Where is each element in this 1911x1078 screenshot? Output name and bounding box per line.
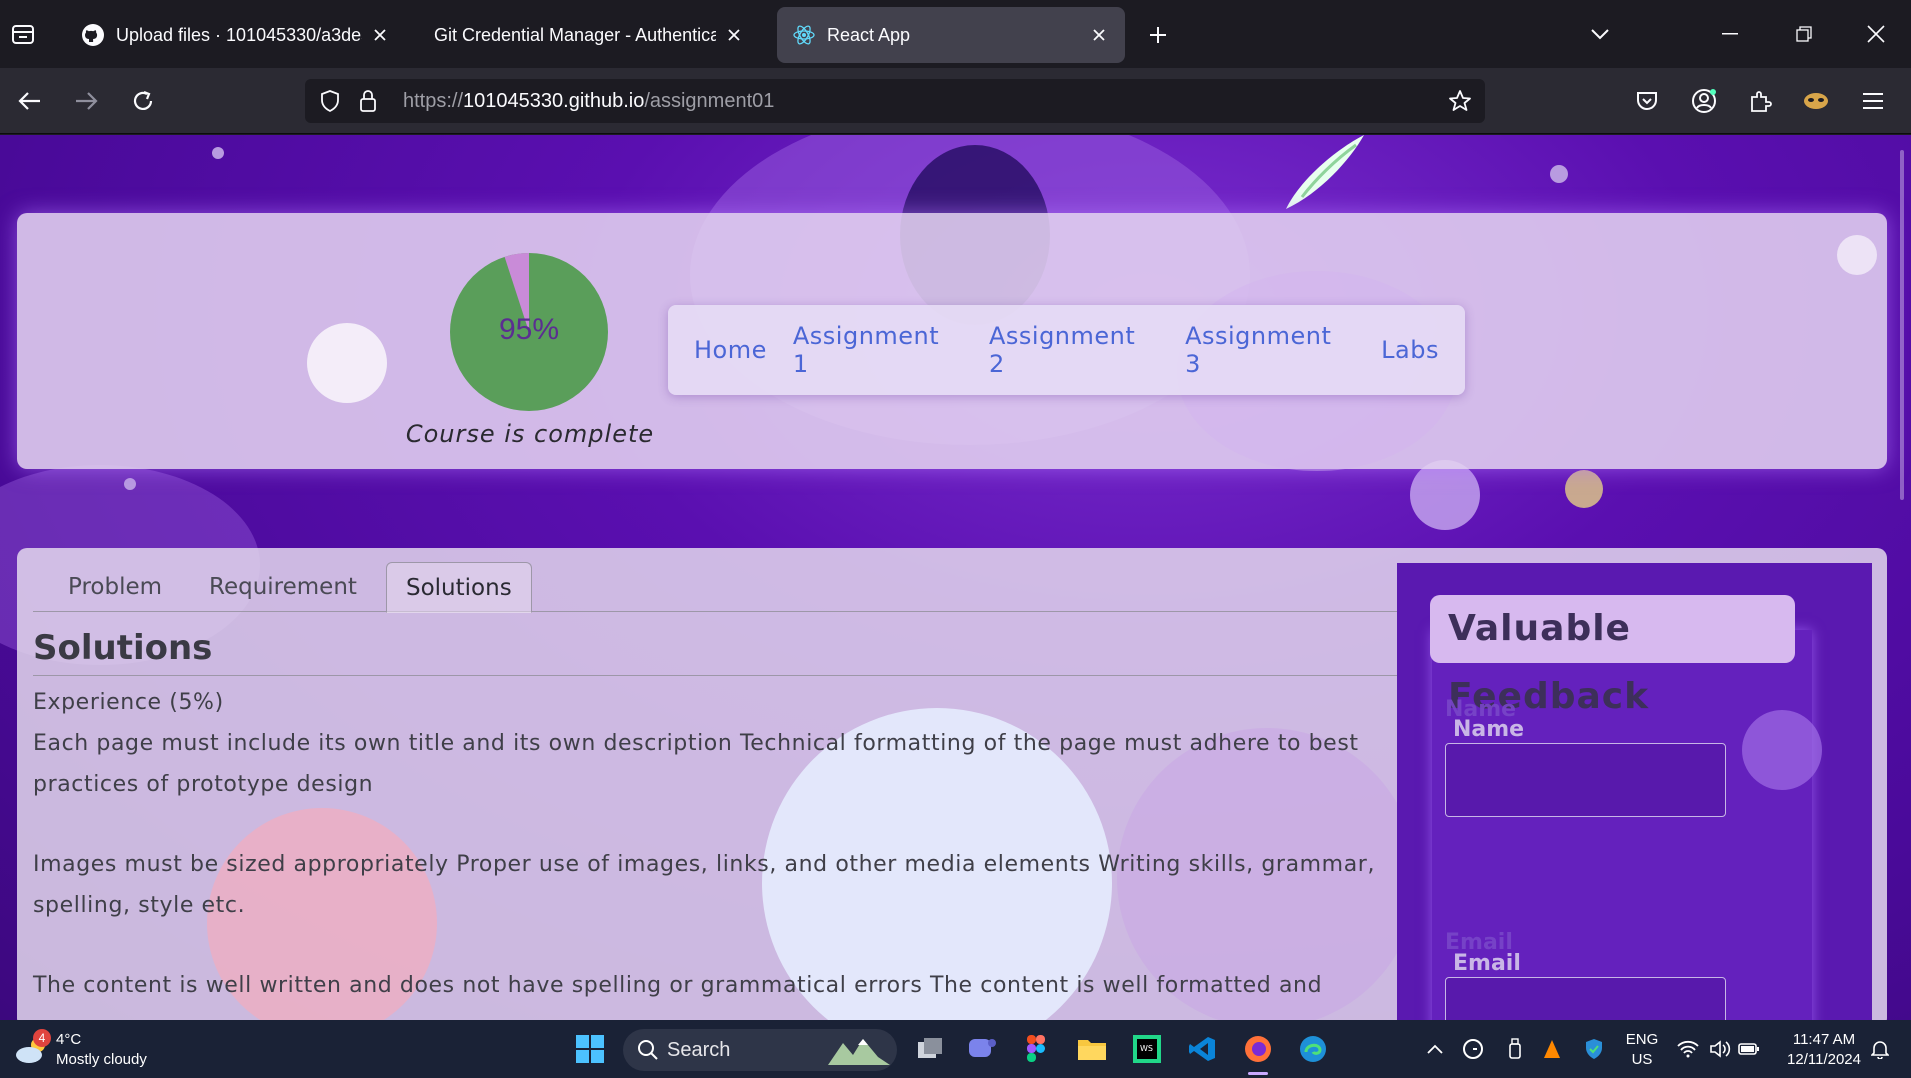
search-label: Search: [667, 1039, 731, 1061]
close-window-icon[interactable]: [1856, 14, 1896, 54]
pocket-icon[interactable]: [1627, 81, 1667, 121]
background-planet: [1565, 470, 1603, 508]
background-star: [124, 478, 136, 490]
minimize-icon[interactable]: [1710, 14, 1750, 54]
tab-requirement[interactable]: Requirement: [190, 562, 376, 612]
background-planet: [1410, 460, 1480, 530]
divider: [33, 675, 1413, 676]
show-hidden-icons-icon[interactable]: [1415, 1029, 1455, 1069]
feedback-title: Valuable Feedback: [1430, 595, 1795, 717]
svg-text:WS: WS: [1140, 1044, 1153, 1053]
usb-device-icon[interactable]: [1495, 1029, 1535, 1069]
tab-title: React App: [827, 24, 911, 45]
file-explorer-icon[interactable]: [1072, 1029, 1112, 1069]
vscode-icon[interactable]: [1182, 1029, 1222, 1069]
clock-time[interactable]: 11:47 AM: [1774, 1030, 1874, 1049]
vlc-icon[interactable]: [1532, 1029, 1572, 1069]
background-star: [1837, 235, 1877, 275]
task-view-icon[interactable]: [910, 1029, 950, 1069]
progress-percent-label: 95%: [498, 313, 560, 346]
active-app-indicator: [1248, 1072, 1268, 1075]
content-tabs: Problem Requirement Solutions: [33, 562, 1413, 613]
teams-chat-icon[interactable]: [962, 1029, 1002, 1069]
url-scheme: https://: [403, 90, 464, 112]
tab-problem[interactable]: Problem: [49, 562, 181, 612]
browser-tab-upload-files[interactable]: Upload files · 101045330/a3desn: [66, 7, 406, 63]
firefox-view-icon[interactable]: [6, 17, 40, 51]
page-scrollbar[interactable]: [1900, 150, 1904, 500]
back-icon[interactable]: [10, 81, 50, 121]
forward-icon[interactable]: [66, 81, 106, 121]
nav-link-assignment-1[interactable]: Assignment 1: [793, 322, 963, 378]
edge-icon[interactable]: [1293, 1029, 1333, 1069]
background-star: [212, 147, 224, 159]
browser-tab-git-credential[interactable]: Git Credential Manager - Authenticat: [420, 7, 760, 63]
security-shield-icon[interactable]: [1574, 1029, 1614, 1069]
browser-toolbar: https://101045330.github.io/assignment01: [0, 68, 1911, 134]
reload-icon[interactable]: [123, 81, 163, 121]
search-icon: [638, 1040, 658, 1060]
weather-temperature: 4°C: [56, 1031, 82, 1048]
progress-caption: Course is complete: [405, 420, 655, 448]
list-all-tabs-icon[interactable]: [1580, 14, 1620, 54]
webstorm-icon[interactable]: WS: [1127, 1029, 1167, 1069]
github-icon: [80, 22, 106, 48]
notification-bell-icon[interactable]: [1860, 1029, 1900, 1069]
tab-title: Upload files · 101045330/a3desn: [116, 24, 362, 45]
solution-heading: Experience (5%): [33, 690, 224, 715]
close-tab-icon[interactable]: [722, 23, 746, 47]
url-text[interactable]: https://101045330.github.io/assignment01: [403, 79, 774, 123]
nav-link-assignment-3[interactable]: Assignment 3: [1185, 322, 1355, 378]
web-page: 95% Course is complete Home Assignment 1…: [0, 135, 1911, 1020]
close-tab-icon[interactable]: [368, 23, 392, 47]
lock-icon[interactable]: [353, 86, 383, 116]
browser-tab-strip: Upload files · 101045330/a3desn Git Cred…: [0, 0, 1911, 68]
menu-icon[interactable]: [1853, 81, 1893, 121]
clock-date[interactable]: 12/11/2024: [1774, 1050, 1874, 1069]
start-icon[interactable]: [570, 1029, 610, 1069]
comet-icon: [1286, 135, 1364, 209]
background-star: [1550, 165, 1568, 183]
weather-badge: 4: [33, 1029, 51, 1047]
nav-link-assignment-2[interactable]: Assignment 2: [989, 322, 1159, 378]
name-label: Name: [1453, 717, 1525, 742]
shield-icon[interactable]: [315, 86, 345, 116]
react-icon: [791, 22, 817, 48]
url-host: 101045330.github.io: [463, 90, 645, 112]
figma-icon[interactable]: [1016, 1029, 1056, 1069]
solution-paragraph: Images must be sized appropriately Prope…: [33, 852, 1376, 918]
section-title: Solutions: [33, 628, 213, 668]
nav-link-labs[interactable]: Labs: [1381, 336, 1439, 364]
language-indicator[interactable]: ENG: [1622, 1030, 1662, 1049]
extensions-icon[interactable]: [1740, 81, 1780, 121]
account-icon[interactable]: [1684, 81, 1724, 121]
solution-paragraph: The content is well written and does not…: [33, 973, 1323, 998]
firefox-taskbar-icon[interactable]: [1238, 1029, 1278, 1069]
new-tab-icon[interactable]: [1140, 17, 1176, 53]
name-input[interactable]: [1445, 743, 1726, 817]
grammarly-icon[interactable]: [1453, 1029, 1493, 1069]
nav-link-home[interactable]: Home: [694, 336, 767, 364]
battery-icon[interactable]: [1729, 1029, 1769, 1069]
solution-paragraph: Each page must include its own title and…: [33, 731, 1359, 797]
background-planet: [307, 323, 387, 403]
address-bar[interactable]: https://101045330.github.io/assignment01: [305, 79, 1485, 123]
main-navigation: Home Assignment 1 Assignment 2 Assignmen…: [668, 305, 1465, 395]
weather-condition: Mostly cloudy: [56, 1051, 147, 1068]
taskbar-search[interactable]: Search: [623, 1029, 897, 1071]
browser-tab-react-app[interactable]: React App: [777, 7, 1125, 63]
windows-taskbar: 4 4°C Mostly cloudy Search WS ENG US 11:…: [0, 1020, 1911, 1078]
tab-title: Git Credential Manager - Authenticat: [434, 24, 716, 45]
background-planet: [1742, 710, 1822, 790]
tab-solutions[interactable]: Solutions: [386, 562, 532, 613]
url-path: /assignment01: [644, 90, 775, 112]
extension-mask-icon[interactable]: [1796, 81, 1836, 121]
close-tab-icon[interactable]: [1087, 23, 1111, 47]
search-highlight-mountains-icon: [828, 1039, 890, 1065]
email-input[interactable]: [1445, 977, 1726, 1020]
restore-icon[interactable]: [1784, 14, 1824, 54]
region-indicator[interactable]: US: [1622, 1050, 1662, 1069]
email-label: Email: [1453, 951, 1521, 976]
bookmark-star-icon[interactable]: [1445, 86, 1475, 116]
